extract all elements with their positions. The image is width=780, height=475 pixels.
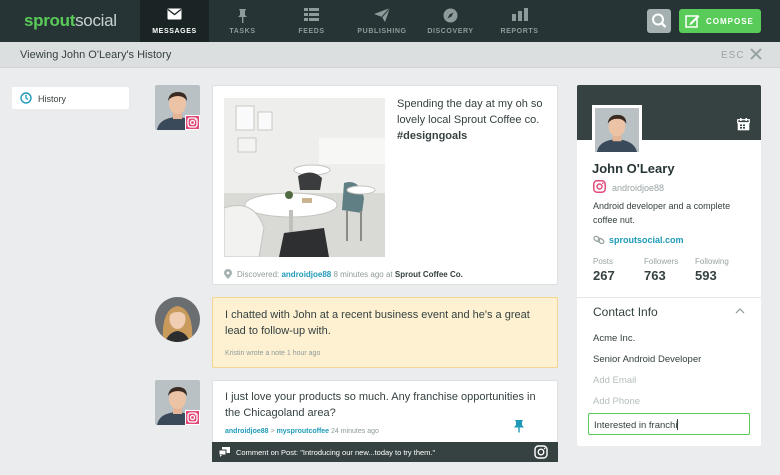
instagram-icon — [187, 117, 198, 128]
note-byline: Kristin wrote a note 1 hour ago — [225, 350, 321, 357]
instagram-badge — [185, 410, 200, 425]
nav-tab-label: DISCOVERY — [427, 28, 474, 35]
post-location: Sprout Coffee Co. — [394, 270, 463, 279]
profile-bio: Android developer and a complete coffee … — [593, 201, 731, 225]
compass-icon — [443, 8, 458, 23]
nav-tab-label: TASKS — [229, 28, 256, 35]
stat-value-followers: 763 — [644, 268, 666, 283]
stat-label-followers: Followers — [644, 257, 679, 266]
history-header: Viewing John O'Leary's History ESC — [0, 42, 780, 68]
feed-icon — [304, 8, 319, 21]
text-cursor — [677, 419, 679, 430]
chevron-up-icon[interactable] — [735, 307, 745, 314]
kristin-photo — [155, 297, 200, 342]
close-icon[interactable] — [750, 48, 762, 60]
search-icon — [652, 13, 667, 28]
post-text: I just love your products so much. Any f… — [225, 391, 536, 419]
add-phone-field[interactable]: Add Phone — [593, 396, 640, 407]
contact-info-heading[interactable]: Contact Info — [593, 305, 658, 319]
sidebar-item-history[interactable]: History — [12, 87, 129, 109]
note-text: I chatted with John at a recent business… — [225, 309, 530, 337]
comment-icon — [219, 447, 230, 457]
stat-value-following: 593 — [695, 268, 717, 283]
profile-website-link[interactable]: sproutsocial.com — [609, 235, 684, 245]
calendar-icon[interactable] — [737, 118, 750, 131]
stat-value-posts: 267 — [593, 268, 615, 283]
bar-chart-icon — [512, 8, 528, 21]
profile-card: John O'Leary androidjoe88 Android develo… — [577, 85, 761, 446]
nav-tab-label: MESSAGES — [152, 28, 197, 35]
compose-icon — [685, 15, 700, 28]
compose-label: COMPOSE — [706, 17, 754, 26]
post-image[interactable] — [224, 98, 385, 257]
contact-company[interactable]: Acme Inc. — [593, 333, 635, 344]
john-photo — [595, 108, 639, 152]
instagram-icon — [534, 445, 548, 459]
pin-icon — [238, 9, 247, 23]
cafe-photo — [224, 98, 385, 257]
post-hashtag[interactable]: #designgoals — [397, 130, 467, 142]
nav-tab-label: PUBLISHING — [357, 28, 407, 35]
page-title: Viewing John O'Leary's History — [20, 49, 172, 61]
envelope-icon — [167, 8, 182, 20]
post-author-link[interactable]: androidjoe88 — [281, 270, 331, 279]
post-text: Spending the day at my oh so lovely loca… — [397, 98, 543, 142]
comment-bar-text: Comment on Post: "Introducing our new...… — [236, 448, 436, 457]
search-button[interactable] — [647, 9, 671, 33]
internal-note[interactable]: I chatted with John at a recent business… — [212, 297, 558, 368]
post-target-link[interactable]: mysproutcoffee — [277, 428, 330, 435]
post-meta: androidjoe88 > mysproutcoffee 24 minutes… — [225, 428, 379, 435]
top-nav: sproutsocial MESSAGES TASKS FEEDS PUBLIS… — [0, 0, 780, 42]
post-card[interactable]: I just love your products so much. Any f… — [212, 380, 558, 442]
instagram-badge — [185, 115, 200, 130]
clock-icon — [20, 92, 32, 104]
stat-label-posts: Posts — [593, 257, 614, 266]
esc-label[interactable]: ESC — [721, 50, 745, 61]
sidebar-item-label: History — [38, 94, 67, 104]
stat-label-following: Following — [695, 257, 729, 266]
sproutsocial-logo[interactable]: sproutsocial — [24, 11, 117, 31]
comment-context-bar[interactable]: Comment on Post: "Introducing our new...… — [212, 442, 558, 462]
nav-tab-messages[interactable]: MESSAGES — [140, 0, 209, 42]
paper-plane-icon — [374, 8, 390, 22]
divider — [577, 297, 761, 298]
profile-avatar[interactable] — [592, 105, 642, 155]
instagram-icon — [593, 180, 606, 193]
nav-tab-reports[interactable]: REPORTS — [485, 0, 554, 42]
avatar[interactable] — [155, 297, 200, 342]
nav-tab-discovery[interactable]: DISCOVERY — [416, 0, 485, 42]
location-pin-icon — [224, 269, 232, 279]
contact-job-title[interactable]: Senior Android Developer — [593, 354, 701, 365]
nav-tab-tasks[interactable]: TASKS — [208, 0, 277, 42]
profile-handle[interactable]: androidjoe88 — [612, 183, 664, 193]
pin-icon[interactable] — [513, 419, 525, 433]
post-card[interactable]: Spending the day at my oh so lovely loca… — [212, 85, 558, 285]
instagram-icon — [187, 412, 198, 423]
nav-tab-label: FEEDS — [298, 28, 325, 35]
nav-tab-label: REPORTS — [500, 28, 539, 35]
post-meta: Discovered: androidjoe88 8 minutes ago a… — [237, 270, 463, 279]
contact-notes-input[interactable]: Interested in franchi — [588, 413, 750, 435]
compose-button[interactable]: COMPOSE — [679, 9, 761, 33]
link-icon — [593, 235, 605, 245]
nav-tab-publishing[interactable]: PUBLISHING — [347, 0, 417, 42]
nav-tab-feeds[interactable]: FEEDS — [277, 0, 346, 42]
post-author-link[interactable]: androidjoe88 — [225, 428, 269, 435]
add-email-field[interactable]: Add Email — [593, 375, 636, 386]
profile-name: John O'Leary — [592, 161, 675, 176]
